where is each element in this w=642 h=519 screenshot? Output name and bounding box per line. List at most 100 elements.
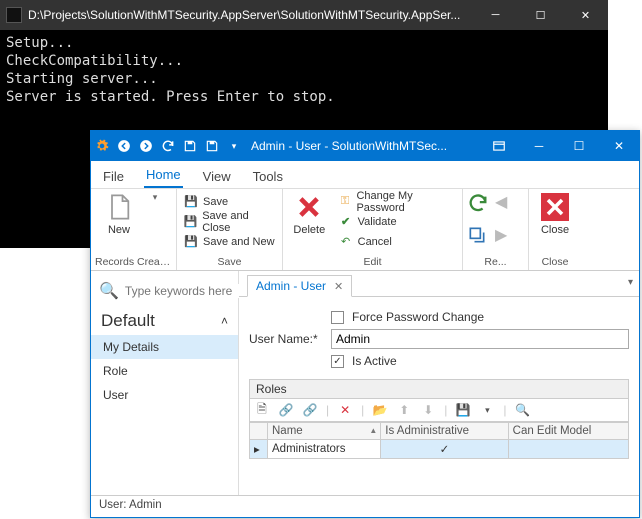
change-password-button[interactable]: ⚿Change My Password bbox=[336, 192, 458, 211]
save-close-button[interactable]: 💾Save and Close bbox=[181, 212, 278, 231]
menu-bar: File Home View Tools bbox=[91, 161, 639, 189]
menu-file[interactable]: File bbox=[101, 165, 126, 188]
status-bar: User: Admin bbox=[91, 495, 639, 517]
col-can-edit[interactable]: Can Edit Model bbox=[508, 423, 628, 440]
save-close-icon[interactable] bbox=[201, 132, 223, 160]
refresh-icon[interactable] bbox=[157, 132, 179, 160]
app-title-text: Admin - User - SolutionWithMTSec... bbox=[251, 139, 479, 153]
open-folder-icon[interactable]: 📂 bbox=[372, 402, 388, 418]
unlink-icon[interactable]: 🔗 bbox=[302, 402, 318, 418]
search-box[interactable]: 🔍 bbox=[91, 277, 238, 305]
user-name-input[interactable] bbox=[331, 329, 629, 349]
menu-home[interactable]: Home bbox=[144, 163, 183, 188]
delete-x-icon bbox=[294, 192, 324, 222]
is-admin-checkbox[interactable]: ✓ bbox=[440, 444, 450, 456]
tab-close-icon[interactable]: ✕ bbox=[334, 280, 343, 293]
validate-button[interactable]: ✔Validate bbox=[336, 212, 458, 231]
menu-view[interactable]: View bbox=[201, 165, 233, 188]
ribbon-group-refresh: ◀ ▶ Re... bbox=[463, 189, 529, 270]
user-name-label: User Name:* bbox=[249, 332, 323, 346]
move-up-icon[interactable]: ⬆ bbox=[396, 402, 412, 418]
ribbon-group-refresh-label: Re... bbox=[467, 255, 524, 269]
tab-label: Admin - User bbox=[256, 279, 326, 293]
sidebar-item-my-details[interactable]: My Details bbox=[91, 335, 238, 359]
ribbon-group-records: New ▾ Records Creation bbox=[91, 189, 177, 270]
qat-dropdown-icon[interactable]: ▾ bbox=[223, 132, 245, 160]
ribbon-group-save-label: Save bbox=[181, 255, 278, 269]
save-icon[interactable] bbox=[179, 132, 201, 160]
sidebar-header-label: Default bbox=[101, 311, 155, 331]
refresh-icon-big[interactable] bbox=[467, 192, 493, 218]
tab-admin-user[interactable]: Admin - User ✕ bbox=[247, 275, 352, 297]
ribbon-group-edit-label: Edit bbox=[287, 255, 458, 269]
new-file-icon bbox=[104, 192, 134, 222]
console-title-text: D:\Projects\SolutionWithMTSecurity.AppSe… bbox=[28, 8, 473, 22]
cell-can-edit[interactable] bbox=[508, 440, 628, 459]
console-minimize-button[interactable]: ─ bbox=[473, 0, 518, 30]
nav-back-icon[interactable] bbox=[113, 132, 135, 160]
row-indicator-icon: ▸ bbox=[250, 440, 268, 459]
form: Force Password Change User Name:* ✓ Is A… bbox=[239, 297, 639, 467]
roles-grid[interactable]: Name▲ Is Administrative Can Edit Model ▸… bbox=[249, 422, 629, 459]
app-maximize-button[interactable]: ☐ bbox=[559, 131, 599, 161]
floppy-new-icon: 💾 bbox=[183, 234, 199, 250]
gear-icon[interactable] bbox=[91, 132, 113, 160]
roles-toolbar: 🗎 🔗 🔗 | ✕ | 📂 ⬆ ⬇ | 💾 ▾ | 🔍 bbox=[249, 399, 629, 422]
new-button[interactable]: New bbox=[95, 192, 143, 236]
console-titlebar[interactable]: D:\Projects\SolutionWithMTSecurity.AppSe… bbox=[0, 0, 608, 30]
undo-icon: ↶ bbox=[338, 234, 354, 250]
export-dropdown-icon[interactable]: ▾ bbox=[479, 402, 495, 418]
ribbon-group-records-label: Records Creation bbox=[95, 255, 172, 269]
save-new-button[interactable]: 💾Save and New bbox=[181, 232, 278, 251]
chevron-up-icon[interactable]: ˄ bbox=[221, 314, 228, 328]
key-icon: ⚿ bbox=[338, 194, 353, 210]
tab-overflow-icon[interactable]: ▾ bbox=[628, 277, 633, 288]
search-icon: 🔍 bbox=[99, 281, 119, 301]
close-label: Close bbox=[541, 224, 569, 236]
prev-record-icon[interactable]: ◀ bbox=[495, 192, 515, 212]
delete-button[interactable]: Delete bbox=[287, 192, 332, 236]
ribbon-collapse-icon[interactable] bbox=[479, 131, 519, 161]
sidebar-header[interactable]: Default ˄ bbox=[91, 305, 238, 335]
app-minimize-button[interactable]: ─ bbox=[519, 131, 559, 161]
col-is-admin[interactable]: Is Administrative bbox=[381, 423, 508, 440]
force-password-label: Force Password Change bbox=[352, 310, 484, 324]
console-maximize-button[interactable]: ☐ bbox=[518, 0, 563, 30]
new-row-icon[interactable]: 🗎 bbox=[254, 402, 270, 418]
nav-forward-icon[interactable] bbox=[135, 132, 157, 160]
app-titlebar[interactable]: ▾ Admin - User - SolutionWithMTSec... ─ … bbox=[91, 131, 639, 161]
sidebar-item-user[interactable]: User bbox=[91, 383, 238, 407]
col-name[interactable]: Name▲ bbox=[268, 423, 381, 440]
new-dropdown-icon[interactable]: ▾ bbox=[147, 192, 163, 203]
cell-name[interactable]: Administrators bbox=[268, 440, 381, 459]
cancel-button[interactable]: ↶Cancel bbox=[336, 232, 458, 251]
force-password-checkbox[interactable] bbox=[331, 311, 344, 324]
ribbon-group-close-label: Close bbox=[533, 255, 577, 269]
app-window: ▾ Admin - User - SolutionWithMTSec... ─ … bbox=[90, 130, 640, 518]
is-active-checkbox[interactable]: ✓ bbox=[331, 355, 344, 368]
new-label: New bbox=[108, 224, 130, 236]
open-related-icon[interactable] bbox=[467, 225, 493, 251]
check-icon: ✔ bbox=[338, 214, 354, 230]
link-icon[interactable]: 🔗 bbox=[278, 402, 294, 418]
table-row[interactable]: ▸ Administrators ✓ bbox=[250, 440, 629, 459]
app-close-button[interactable]: ✕ bbox=[599, 131, 639, 161]
menu-tools[interactable]: Tools bbox=[251, 165, 285, 188]
preview-icon[interactable]: 🔍 bbox=[515, 402, 531, 418]
tab-bar: Admin - User ✕ ▾ bbox=[239, 271, 639, 297]
cell-is-admin[interactable]: ✓ bbox=[381, 440, 508, 459]
ribbon-group-close: Close Close bbox=[529, 189, 581, 270]
next-record-icon[interactable]: ▶ bbox=[495, 225, 515, 245]
workspace: 🔍 Default ˄ My Details Role User Admin -… bbox=[91, 271, 639, 495]
sidebar-item-role[interactable]: Role bbox=[91, 359, 238, 383]
export-icon[interactable]: 💾 bbox=[455, 402, 471, 418]
save-button[interactable]: 💾Save bbox=[181, 192, 278, 211]
ribbon-group-save: 💾Save 💾Save and Close 💾Save and New Save bbox=[177, 189, 283, 270]
content-area: Admin - User ✕ ▾ Force Password Change U… bbox=[239, 271, 639, 495]
move-down-icon[interactable]: ⬇ bbox=[420, 402, 436, 418]
close-button[interactable]: Close bbox=[533, 192, 577, 236]
delete-row-icon[interactable]: ✕ bbox=[337, 402, 353, 418]
delete-label: Delete bbox=[293, 224, 325, 236]
grid-corner bbox=[250, 423, 268, 440]
console-close-button[interactable]: ✕ bbox=[563, 0, 608, 30]
